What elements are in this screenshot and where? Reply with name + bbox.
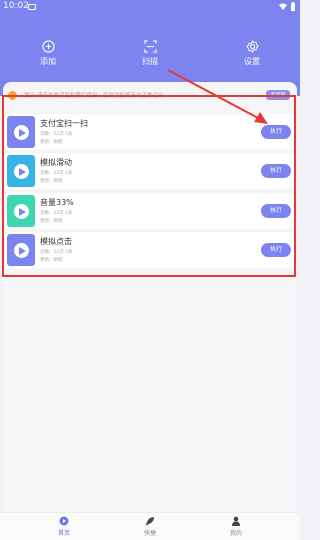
- notice-text: 提示:请开启悬浮窗权限后使用，否则功能将无法正常运行: [24, 93, 164, 99]
- add-button-label: 添加: [40, 57, 56, 66]
- script-updated: 更新：刚刚: [40, 258, 63, 263]
- play-icon: [14, 164, 29, 179]
- script-title: 模拟点击: [40, 237, 72, 246]
- script-card[interactable]: 模拟滑动次数：12次 1条 更新：刚刚 执行: [5, 153, 295, 189]
- rocket-icon: [145, 517, 154, 526]
- nav-home[interactable]: 首页: [44, 516, 84, 537]
- run-button[interactable]: 执行: [261, 164, 291, 178]
- wifi-icon: [279, 3, 287, 10]
- home-icon: [59, 516, 69, 526]
- nav-shortcuts-label: 快捷: [143, 530, 156, 537]
- script-meta: 次数：12次 1条: [40, 171, 73, 176]
- play-icon: [14, 204, 29, 219]
- status-icons: [279, 2, 296, 11]
- status-bar: 10:02: [0, 0, 300, 14]
- script-title: 支付宝扫一扫: [40, 119, 88, 128]
- script-card[interactable]: 音量33% 次数：12次 1条 更新：刚刚 执行: [5, 193, 295, 229]
- add-button[interactable]: 添加: [18, 40, 78, 70]
- script-title: 模拟滑动: [40, 158, 72, 167]
- run-button[interactable]: 执行: [261, 243, 291, 257]
- run-button[interactable]: 执行: [261, 125, 291, 139]
- settings-button[interactable]: 设置: [222, 40, 282, 70]
- notification-icon: [28, 4, 36, 10]
- script-updated: 更新：刚刚: [40, 219, 63, 224]
- script-thumbnail: [7, 116, 35, 148]
- script-meta: 次数：12次 1条: [40, 132, 73, 137]
- script-thumbnail: [7, 195, 35, 227]
- enable-permission-button[interactable]: 去开启: [266, 90, 290, 100]
- play-icon: [14, 125, 29, 140]
- status-time: 10:02: [3, 1, 29, 11]
- script-card[interactable]: 支付宝扫一扫次数：12次 1条 更新：刚刚 执行: [5, 114, 295, 150]
- bottom-nav: 首页 快捷 我的: [0, 512, 300, 540]
- script-thumbnail: [7, 234, 35, 266]
- warning-icon: [8, 91, 17, 100]
- script-updated: 更新：刚刚: [40, 179, 63, 184]
- script-meta: 次数：12次 1条: [40, 250, 73, 255]
- nav-home-label: 首页: [57, 530, 70, 537]
- scan-button[interactable]: 扫描: [120, 40, 180, 70]
- header-actions: 添加 扫描 设置: [0, 40, 300, 70]
- nav-shortcuts[interactable]: 快捷: [130, 516, 170, 537]
- permission-notice: 提示:请开启悬浮窗权限后使用，否则功能将无法正常运行 去开启: [8, 90, 292, 102]
- script-title: 音量33%: [40, 198, 74, 207]
- nav-profile[interactable]: 我的: [216, 516, 256, 537]
- plus-circle-icon: [41, 40, 55, 53]
- scan-icon: [143, 40, 157, 53]
- run-button[interactable]: 执行: [261, 204, 291, 218]
- battery-icon: [291, 2, 295, 11]
- play-icon: [14, 243, 29, 258]
- script-meta: 次数：12次 1条: [40, 211, 73, 216]
- settings-button-label: 设置: [244, 57, 260, 66]
- nav-profile-label: 我的: [229, 530, 242, 537]
- script-updated: 更新：刚刚: [40, 140, 63, 145]
- user-icon: [232, 516, 240, 526]
- gear-icon: [245, 40, 259, 53]
- script-thumbnail: [7, 155, 35, 187]
- scan-button-label: 扫描: [142, 57, 158, 66]
- script-card[interactable]: 模拟点击次数：12次 1条 更新：刚刚 执行: [5, 232, 295, 268]
